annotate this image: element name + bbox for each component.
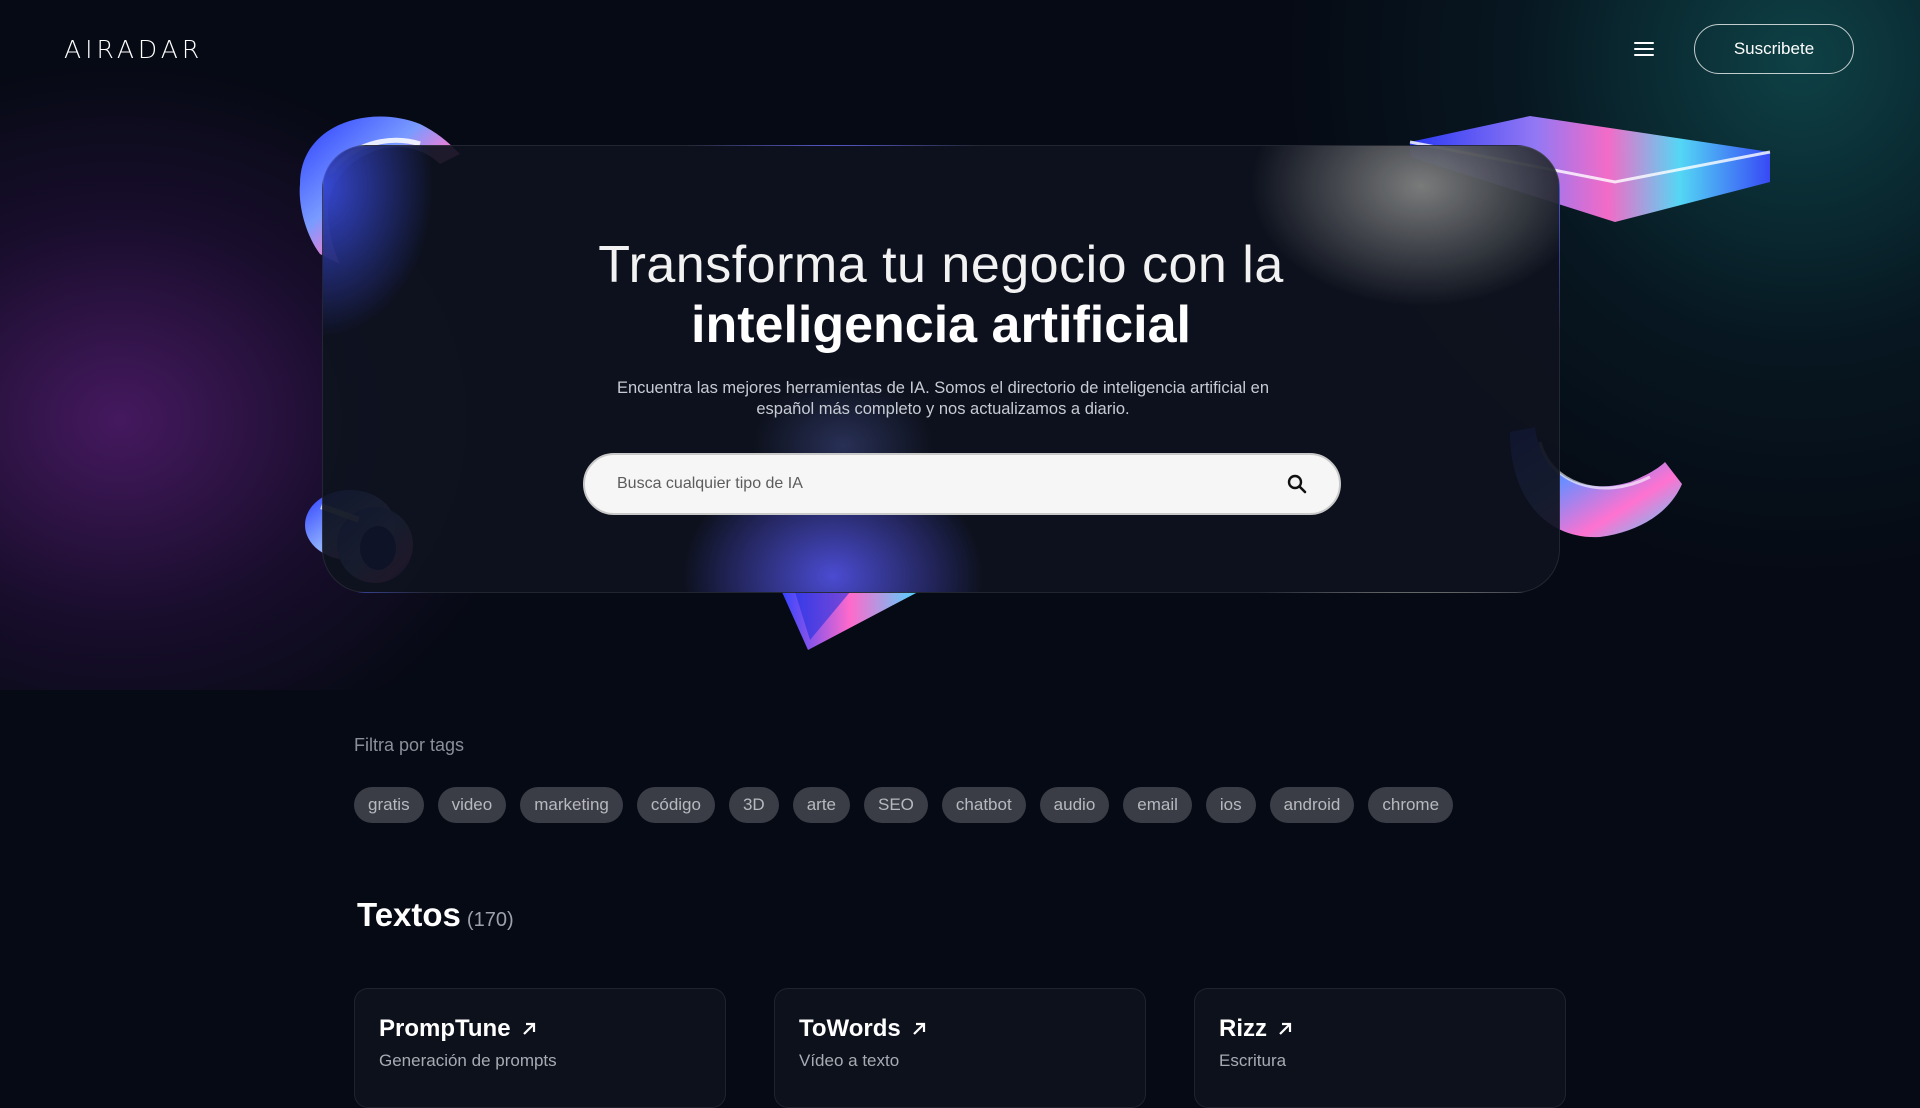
- tag-ios[interactable]: ios: [1205, 787, 1256, 823]
- search-bar[interactable]: [583, 453, 1341, 515]
- hero-subtitle: Encuentra las mejores herramientas de IA…: [616, 379, 1270, 418]
- tag-gratis[interactable]: gratis: [354, 787, 424, 823]
- tag-seo[interactable]: SEO: [864, 787, 928, 823]
- airadar-logo[interactable]: AIRADAR: [64, 34, 203, 64]
- tool-category: Generación de prompts: [379, 1051, 557, 1070]
- external-link-arrow-icon: [1279, 1022, 1292, 1035]
- tag-3d[interactable]: 3D: [728, 787, 779, 823]
- hero-card: Transforma tu negocio con la inteligenci…: [322, 145, 1560, 593]
- tag-marketing[interactable]: marketing: [520, 787, 623, 823]
- tool-name-label: PrompTune: [379, 1015, 511, 1042]
- deco-prism-bottom-icon: [782, 592, 918, 650]
- tags-filter-label: Filtra por tags: [354, 735, 465, 755]
- tags-list: gratis video marketing código 3D arte SE…: [354, 787, 1454, 823]
- section-title: Textos: [357, 896, 461, 933]
- external-link-arrow-icon: [912, 1022, 925, 1035]
- section-count: (170): [466, 909, 514, 931]
- search-icon[interactable]: [1285, 472, 1309, 496]
- tool-card[interactable]: Rizz Escritura: [1194, 988, 1566, 1108]
- tool-name-label: ToWords: [799, 1015, 901, 1042]
- tag-email[interactable]: email: [1123, 787, 1192, 823]
- hero-title-line1: Transforma tu negocio con la: [598, 236, 1284, 294]
- subscribe-button[interactable]: Suscribete: [1694, 24, 1854, 74]
- tool-category: Escritura: [1219, 1051, 1287, 1070]
- tool-name[interactable]: PrompTune: [379, 1015, 537, 1043]
- hero-title-line2: inteligencia artificial: [691, 296, 1191, 354]
- tool-name[interactable]: Rizz: [1219, 1015, 1293, 1043]
- tool-name-label: Rizz: [1219, 1015, 1267, 1042]
- tag-audio[interactable]: audio: [1039, 787, 1110, 823]
- section-heading: Textos (170): [357, 896, 514, 934]
- tag-video[interactable]: video: [437, 787, 507, 823]
- tool-card[interactable]: PrompTune Generación de prompts: [354, 988, 726, 1108]
- tag-chrome[interactable]: chrome: [1368, 787, 1454, 823]
- tool-name[interactable]: ToWords: [799, 1015, 927, 1043]
- tag-chatbot[interactable]: chatbot: [941, 787, 1026, 823]
- tool-category: Vídeo a texto: [799, 1051, 900, 1070]
- tool-card[interactable]: ToWords Vídeo a texto: [774, 988, 1146, 1108]
- tag-android[interactable]: android: [1269, 787, 1355, 823]
- hamburger-menu-icon[interactable]: [1634, 42, 1654, 58]
- tag-arte[interactable]: arte: [792, 787, 850, 823]
- search-input[interactable]: [615, 474, 1285, 494]
- tag-codigo[interactable]: código: [636, 787, 715, 823]
- external-link-arrow-icon: [522, 1022, 535, 1035]
